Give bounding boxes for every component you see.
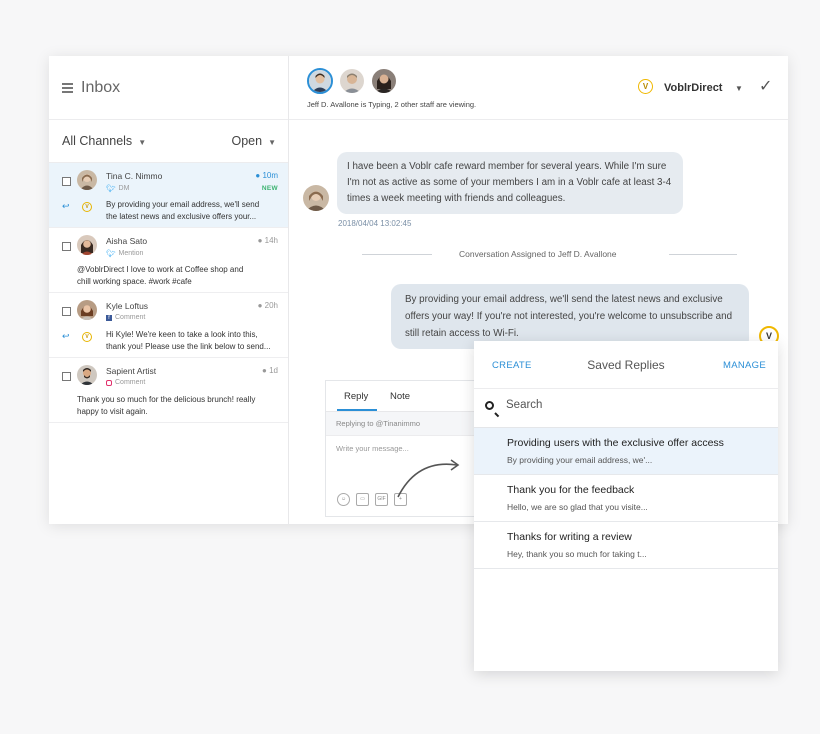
select-checkbox[interactable] [62, 372, 71, 381]
contact-name: Aisha Sato [106, 236, 148, 246]
message-input[interactable]: Write your message... [326, 436, 476, 453]
brand-logo-icon: V [638, 79, 653, 94]
status-filter-dropdown[interactable]: Open ▼ [231, 134, 276, 148]
select-checkbox[interactable] [62, 242, 71, 251]
conversation-time: ● 10m [255, 171, 278, 180]
caret-down-icon: ▼ [138, 138, 147, 147]
viewer-avatar[interactable] [340, 69, 364, 93]
emoji-icon[interactable]: ☺ [337, 493, 350, 506]
message-timestamp: 2018/04/04 13:02:45 [338, 219, 412, 228]
gif-icon[interactable]: GIF [375, 493, 388, 506]
conversation-item[interactable]: Kyle Loftus ● 20h f Comment ↩ V Hi Kyle! … [49, 293, 288, 358]
conversation-time: ● 20h [257, 301, 278, 310]
image-icon[interactable]: ▭ [356, 493, 369, 506]
select-checkbox[interactable] [62, 307, 71, 316]
conversation-source: 🐦︎ DM [106, 184, 130, 193]
replying-to: Replying to @Tinanimmo [326, 412, 476, 436]
filter-row: All Channels ▼ Open ▼ [49, 120, 288, 163]
instagram-icon [106, 379, 112, 386]
conversation-source: f Comment [106, 314, 145, 321]
conversation-time: ● 1d [262, 366, 278, 375]
brand-logo-icon: V [82, 332, 92, 342]
saved-replies-header: CREATE Saved Replies MANAGE [474, 341, 778, 389]
resolve-check-icon[interactable]: ✓ [759, 76, 772, 96]
saved-reply-preview: Hello, we are so glad that you visite... [507, 502, 648, 512]
inbox-header: Inbox [49, 56, 288, 120]
contact-name: Sapient Artist [106, 366, 157, 376]
inbox-title: Inbox [81, 78, 121, 96]
message-preview: Thank you so much for the delicious brun… [77, 395, 256, 416]
viewer-avatar[interactable] [307, 68, 333, 94]
menu-icon[interactable] [62, 83, 73, 93]
saved-reply-title: Thank you for the feedback [507, 484, 635, 496]
saved-reply-title: Thanks for writing a review [507, 531, 632, 543]
channel-filter-dropdown[interactable]: All Channels ▼ [62, 134, 146, 148]
message-preview: Hi Kyle! We're keen to take a look into … [106, 330, 271, 351]
search-icon [485, 401, 494, 410]
contact-name: Tina C. Nimmo [106, 171, 163, 181]
avatar [77, 170, 97, 190]
caret-down-icon: ▼ [268, 138, 276, 147]
caret-down-icon[interactable]: ▼ [735, 84, 743, 93]
reply-icon: ↩ [62, 201, 70, 211]
new-badge: NEW [261, 185, 278, 192]
conversation-source: Comment [106, 379, 145, 386]
saved-reply-title: Providing users with the exclusive offer… [507, 437, 724, 449]
twitter-icon: 🐦︎ [106, 249, 116, 258]
brand-account-name[interactable]: VoblrDirect [664, 82, 722, 94]
saved-reply-preview: By providing your email address, we'... [507, 455, 653, 465]
viewer-avatar[interactable] [372, 69, 396, 93]
conversation-item[interactable]: Tina C. Nimmo ● 10m 🐦︎ DM NEW ↩ V By prov… [49, 163, 288, 228]
reply-icon: ↩ [62, 331, 70, 341]
search-input[interactable] [506, 399, 756, 411]
active-tab-indicator [337, 409, 377, 411]
twitter-icon: 🐦︎ [106, 184, 116, 193]
saved-reply-item[interactable]: Providing users with the exclusive offer… [474, 428, 778, 475]
manage-button[interactable]: MANAGE [723, 360, 766, 371]
composer-tabs: Reply Note [326, 381, 476, 412]
typing-status: Jeff D. Avallone is Typing, 2 other staf… [307, 100, 477, 109]
saved-reply-item[interactable]: Thanks for writing a review Hey, thank y… [474, 522, 778, 569]
search-bar [474, 389, 778, 428]
customer-avatar [303, 185, 329, 211]
saved-replies-panel: CREATE Saved Replies MANAGE Providing us… [474, 341, 778, 671]
message-preview: @VoblrDirect I love to work at Coffee sh… [77, 265, 244, 286]
divider [362, 254, 432, 255]
assignment-notice: Conversation Assigned to Jeff D. Avallon… [459, 249, 617, 259]
conversation-item[interactable]: Sapient Artist ● 1d Comment Thank you so… [49, 358, 288, 423]
inbox-sidebar: Inbox All Channels ▼ Open ▼ Tina C. Nimmo … [49, 56, 289, 524]
channel-filter-label: All Channels [62, 134, 133, 148]
saved-reply-item[interactable]: Thank you for the feedback Hello, we are… [474, 475, 778, 522]
contact-name: Kyle Loftus [106, 301, 149, 311]
message-preview: By providing your email address, we'll s… [106, 200, 260, 221]
incoming-message: I have been a Voblr cafe reward member f… [337, 152, 683, 214]
saved-reply-preview: Hey, thank you so much for taking t... [507, 549, 647, 559]
facebook-icon: f [106, 314, 112, 321]
conversation-time: ● 14h [257, 236, 278, 245]
divider [669, 254, 737, 255]
brand-logo-icon: V [82, 202, 92, 212]
conversation-item[interactable]: Aisha Sato ● 14h 🐦︎ Mention @VoblrDirect … [49, 228, 288, 293]
outgoing-message: By providing your email address, we'll s… [391, 284, 749, 349]
tab-note[interactable]: Note [390, 391, 410, 402]
avatar [77, 365, 97, 385]
tab-reply[interactable]: Reply [344, 391, 368, 402]
select-checkbox[interactable] [62, 177, 71, 186]
avatar [77, 235, 97, 255]
status-filter-label: Open [231, 134, 263, 148]
avatar [77, 300, 97, 320]
curved-arrow-icon [397, 459, 460, 498]
conversation-source: 🐦︎ Mention [106, 249, 144, 258]
conversation-header: Jeff D. Avallone is Typing, 2 other staf… [289, 56, 788, 120]
